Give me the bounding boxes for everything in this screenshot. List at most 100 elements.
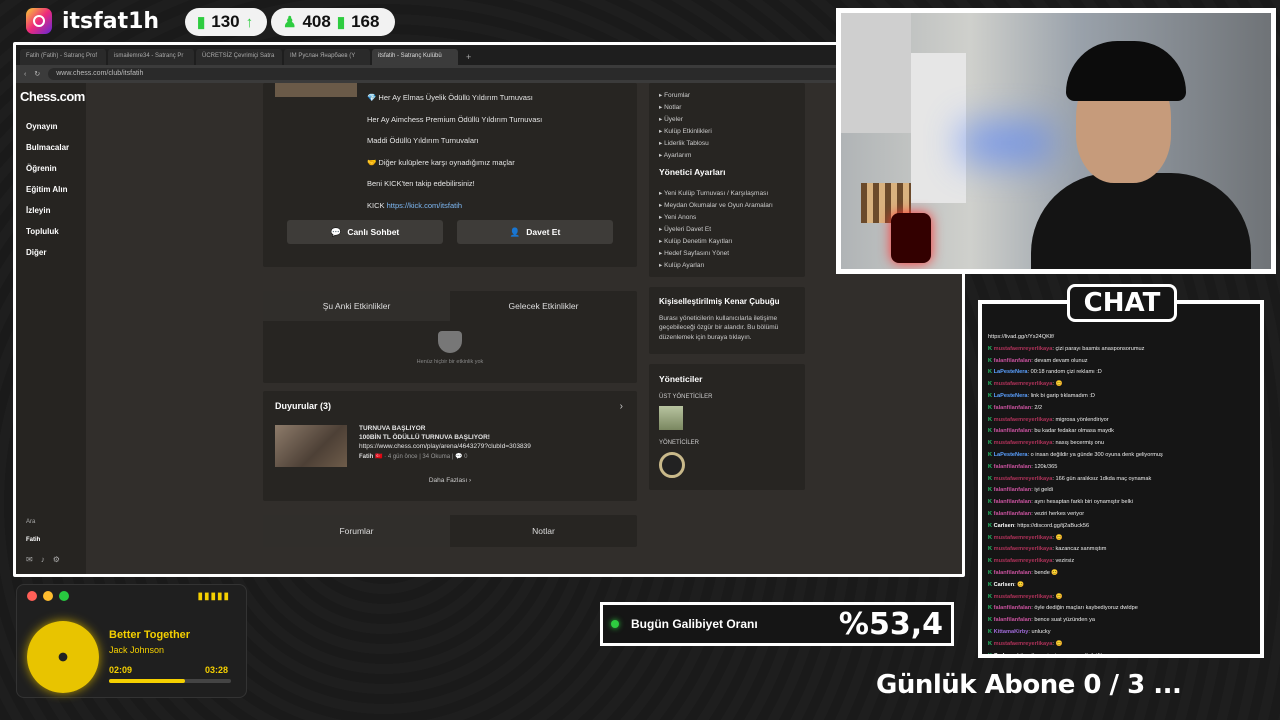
chat-message: K mustafaemreyerlikaya: 😊 [988,381,1063,388]
admin-link[interactable]: ▸ Hedef Sayfasını Yönet [659,247,795,259]
up-arrow-icon: ↑ [245,13,254,31]
custom-sidebar-text[interactable]: Burası yöneticilerin kullanıcılarla ilet… [659,314,795,342]
admin-link[interactable]: ▸ Meydan Okumalar ve Oyun Aramaları [659,199,795,211]
chat-message: K KittamaKirby: unlucky [988,628,1051,635]
chat-username[interactable]: mustafaemreyerlikaya [994,417,1053,423]
chat-username[interactable]: falanfilanfalan [994,428,1032,434]
admin-link[interactable]: ▸ Üyeleri Davet Et [659,223,795,235]
announcements-count: (3) [320,401,332,411]
chat-text: https://www.instagram.com/itsfat1h [1017,653,1103,654]
chat-username[interactable]: Carlsen [994,582,1015,588]
tab-current-events[interactable]: Şu Anki Etkinlikler [263,291,450,321]
announcements-card: Duyurular (3) › TURNUVA BAŞLIYOR 100BİN … [263,391,637,501]
link-forums[interactable]: ▸ Forumlar [659,89,795,101]
link-members[interactable]: ▸ Üyeler [659,113,795,125]
chat-username[interactable]: falanfilanfalan [994,487,1032,493]
live-chat-button[interactable]: 💬 Canlı Sohbet [287,220,443,244]
chat-message: K mustafaemreyerlikaya: migrosa yönlendi… [988,416,1109,423]
browser-tab[interactable]: IM Руслан Янарбаев (Y [284,49,370,65]
reload-icon[interactable]: ↻ [34,70,40,78]
chat-username[interactable]: falanfilanfalan [994,464,1032,470]
url-field[interactable]: www.chess.com/club/itsfatih [48,68,954,80]
chat-username[interactable]: LaPesteNera [994,369,1028,375]
chat-username[interactable]: mustafaemreyerlikaya [994,594,1053,600]
nav-user[interactable]: Fatih [26,537,60,543]
back-icon[interactable]: ‹ [24,71,26,78]
nav-item-more[interactable]: Diğer [16,242,86,263]
chat-text: bu kadar fedakar olmasa maydk [1034,428,1114,435]
link-my-settings[interactable]: ▸ Ayarlarım [659,149,795,161]
chat-username[interactable]: falanfilanfalan [994,605,1032,611]
winrate-value: %53,4 [838,607,943,642]
chat-username[interactable]: falanfilanfalan [994,570,1032,576]
bell-icon[interactable]: ♪ [41,555,45,564]
tab-upcoming-events[interactable]: Gelecek Etkinlikler [450,291,637,321]
trophy-icon [438,331,462,353]
admin-link[interactable]: ▸ Yeni Anons [659,211,795,223]
nav-item-train[interactable]: Eğitim Alın [16,179,86,200]
chat-text: öyle dediğin maçları kaybediyoruz dwldpe [1034,605,1138,612]
chat-username[interactable]: mustafaemreyerlikaya [994,641,1053,647]
invite-button[interactable]: 👤 Davet Et [457,220,613,244]
nav-item-play[interactable]: Oynayın [16,116,86,137]
chat-username[interactable]: falanfilanfalan [994,617,1032,623]
chat-message: K mustafaemreyerlikaya: 😊 [988,534,1063,541]
chat-username[interactable]: Carlsen [994,653,1015,654]
chevron-right-icon[interactable]: › [620,401,623,412]
browser-tab-active[interactable]: itsfatih - Satranç Kulübü [372,49,458,65]
link-events[interactable]: ▸ Kulüp Etkinlikleri [659,125,795,137]
chat-username[interactable]: LaPesteNera [994,452,1028,458]
avatar[interactable] [659,452,685,479]
kick-line: KICK https://kick.com/itsfatih [275,195,625,217]
chat-message: K Carlsen: 😊 [988,581,1025,588]
chat-message: K falanfilanfalan: 120k/365 [988,463,1058,470]
chat-username[interactable]: mustafaemreyerlikaya [994,440,1053,446]
nav-item-puzzles[interactable]: Bulmacalar [16,137,86,158]
tab-forums[interactable]: Forumlar [263,515,450,547]
nav-search[interactable]: Ara [26,519,60,525]
chat-username[interactable]: falanfilanfalan [994,511,1032,517]
browser-tab[interactable]: ismailemre34 - Satranç Pr [108,49,194,65]
chat-username[interactable]: mustafaemreyerlikaya [994,346,1053,352]
custom-sidebar-card: Kişiselleştirilmiş Kenar Çubuğu Burası y… [649,287,805,355]
browser-tab[interactable]: Fatih (Fatih) - Satranç Prof [20,49,106,65]
gear-icon[interactable]: ⚙ [53,555,60,564]
announcement-item[interactable]: TURNUVA BAŞLIYOR 100BİN TL ÖDÜLLÜ TURNUV… [275,425,625,467]
announcements-heading[interactable]: Duyurular (3) [275,401,625,411]
nav-item-learn[interactable]: Öğrenin [16,158,86,179]
admin-link[interactable]: ▸ Yeni Kulüp Turnuvası / Karşılaşması [659,187,795,199]
chat-text: iyi geldi [1034,487,1053,494]
chat-username[interactable]: falanfilanfalan [994,358,1032,364]
chat-message: K falanfilanfalan: 2/2 [988,404,1043,411]
chat-username[interactable]: KittamaKirby [994,629,1029,635]
nav-item-community[interactable]: Topluluk [16,221,86,242]
chat-username[interactable]: mustafaemreyerlikaya [994,546,1053,552]
announcement-image [275,425,347,467]
announcement-author[interactable]: Fatih 🇹🇷 [359,454,382,460]
chat-username[interactable]: mustafaemreyerlikaya [994,476,1053,482]
admin-link[interactable]: ▸ Kulüp Ayarları [659,259,795,271]
nav-item-watch[interactable]: İzleyin [16,200,86,221]
link-leaderboard[interactable]: ▸ Liderlik Tablosu [659,137,795,149]
club-description-card: 💎 Her Ay Elmas Üyelik Ödüllü Yıldırım Tu… [263,83,637,267]
kick-link[interactable]: https://kick.com/itsfatih [387,201,462,210]
chat-username[interactable]: falanfilanfalan [994,499,1032,505]
chat-username[interactable]: falanfilanfalan [994,405,1032,411]
chat-username[interactable]: mustafaemreyerlikaya [994,535,1053,541]
mail-icon[interactable]: ✉ [26,555,33,564]
chat-username[interactable]: mustafaemreyerlikaya [994,558,1053,564]
new-tab-icon[interactable]: + [460,49,477,65]
avatar[interactable] [659,406,683,431]
link-notes[interactable]: ▸ Notlar [659,101,795,113]
club-right-column: ▸ Forumlar ▸ Notlar ▸ Üyeler ▸ Kulüp Etk… [649,83,805,491]
window-dots [27,591,69,601]
admin-link[interactable]: ▸ Kulüp Denetim Kayıtları [659,235,795,247]
more-link[interactable]: Daha Fazlası › [275,477,625,484]
browser-tab[interactable]: ÜCRETSİZ Çevrimiçi Satra [196,49,282,65]
announcement-link[interactable]: https://www.chess.com/play/arena/4643279… [359,443,531,452]
tab-notes[interactable]: Notlar [450,515,637,547]
chat-username[interactable]: LaPesteNera [994,393,1028,399]
chat-username[interactable]: Carlsen [994,523,1015,529]
chat-username[interactable]: mustafaemreyerlikaya [994,381,1053,387]
chess-logo[interactable]: Chess.com [16,89,86,104]
